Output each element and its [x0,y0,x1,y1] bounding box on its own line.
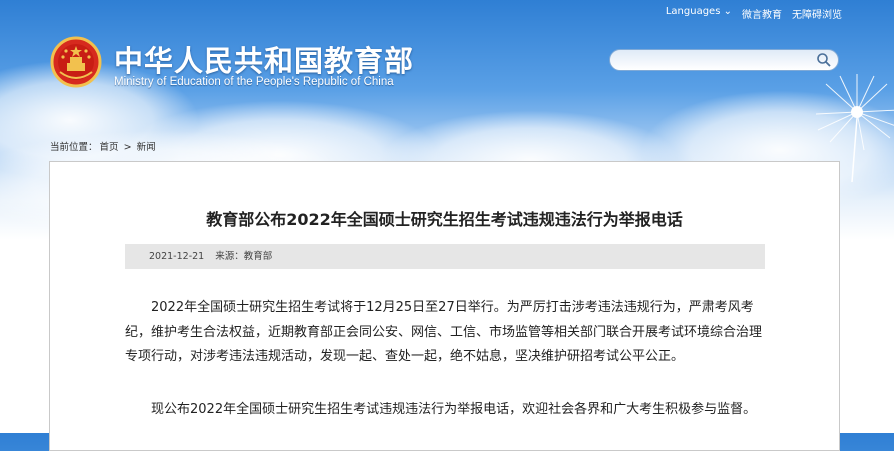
article-paragraph: 现公布2022年全国硕士研究生招生考试违规违法行为举报电话，欢迎社会各界和广大考… [151,402,757,417]
mobile-link[interactable]: 微言教育 [742,6,782,21]
article-meta: 2021-12-21 来源：教育部 [125,244,765,269]
national-emblem-icon [50,36,102,88]
languages-menu[interactable]: Languages ⌄ [666,6,732,21]
article-title: 教育部公布2022年全国硕士研究生招生考试违规违法行为举报电话 [206,210,683,229]
top-links: Languages ⌄ 微言教育 无障碍浏览 [666,6,842,21]
site-subtitle-en: Ministry of Education of the People's Re… [114,76,394,88]
breadcrumb-prefix: 当前位置： [50,142,98,153]
breadcrumb-current[interactable]: 新闻 [137,142,156,153]
article-source: 来源：教育部 [215,251,273,262]
chevron-down-icon: ⌄ [723,6,732,17]
accessible-browse-link[interactable]: 无障碍浏览 [792,6,842,21]
search-icon[interactable] [816,52,832,68]
article-panel: 教育部公布2022年全国硕士研究生招生考试违规违法行为举报电话 2021-12-… [49,161,840,451]
breadcrumb-home[interactable]: 首页 [100,142,119,153]
languages-label: Languages [665,6,721,17]
site-title[interactable]: 中华人民共和国教育部 [114,38,414,80]
breadcrumb: 当前位置： 首页 > 新闻 [50,139,158,153]
article-date: 2021-12-21 [149,251,205,262]
breadcrumb-separator: > [123,142,132,153]
search-input[interactable] [610,51,817,73]
article-paragraph: 2022年全国硕士研究生招生考试将于12月25日至27日举行。为严厉打击涉考违法… [125,300,763,364]
search-box [609,49,839,73]
